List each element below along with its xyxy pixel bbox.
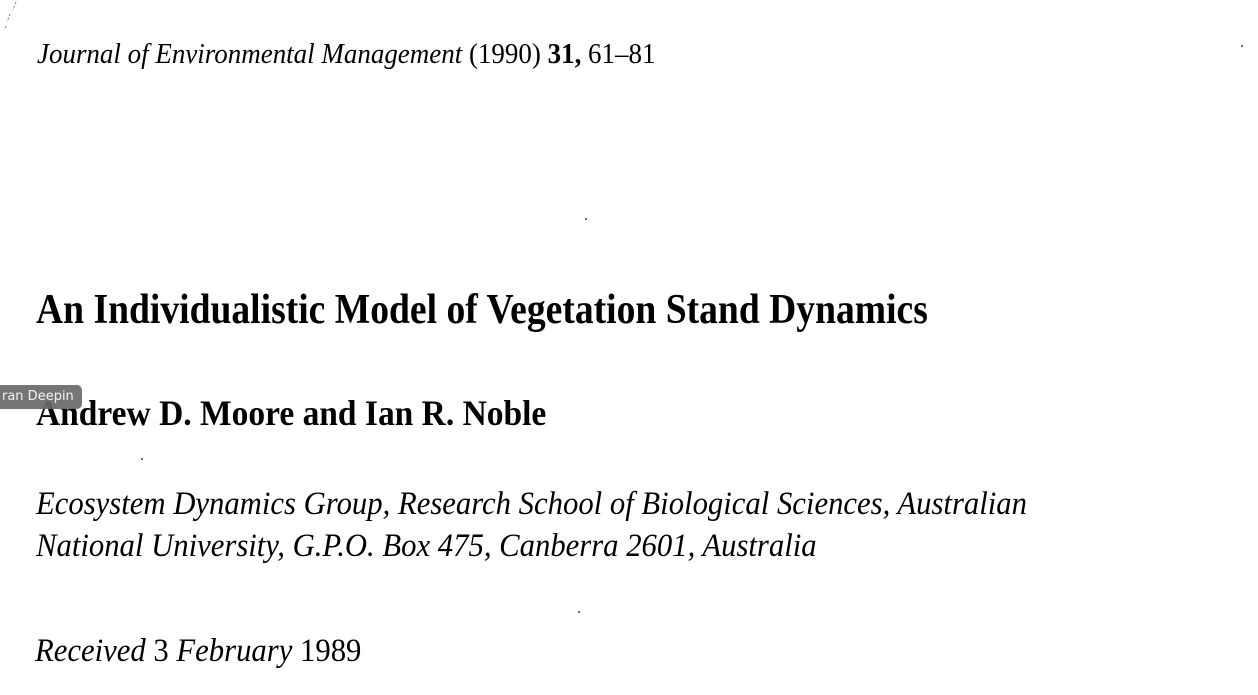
scan-speck: [1241, 45, 1243, 47]
journal-name: Journal of Environmental Management: [37, 38, 463, 70]
scan-artifact: [4, 1, 17, 30]
received-day: 3: [153, 633, 169, 669]
received-date: Received 3 February 1989: [35, 630, 361, 672]
journal-pages: 61–81: [588, 38, 656, 70]
journal-volume: 31,: [547, 38, 582, 70]
affiliation-line-1: Ecosystem Dynamics Group, Research Schoo…: [36, 486, 1027, 522]
received-year: 1989: [300, 633, 362, 669]
received-month: February: [176, 633, 293, 669]
author-list: Andrew D. Moore and Ian R. Noble: [36, 393, 547, 433]
journal-year: (1990): [468, 38, 541, 70]
received-label: Received: [35, 633, 146, 669]
overlay-tooltip: ran Deepin: [0, 385, 82, 409]
journal-citation: Journal of Environmental Management (199…: [37, 34, 655, 74]
scan-speck: [141, 458, 143, 460]
paper-title: An Individualistic Model of Vegetation S…: [36, 287, 928, 333]
affiliation-line-2: National University, G.P.O. Box 475, Can…: [36, 528, 817, 564]
scan-speck: [585, 218, 587, 220]
scan-speck: [578, 611, 580, 613]
